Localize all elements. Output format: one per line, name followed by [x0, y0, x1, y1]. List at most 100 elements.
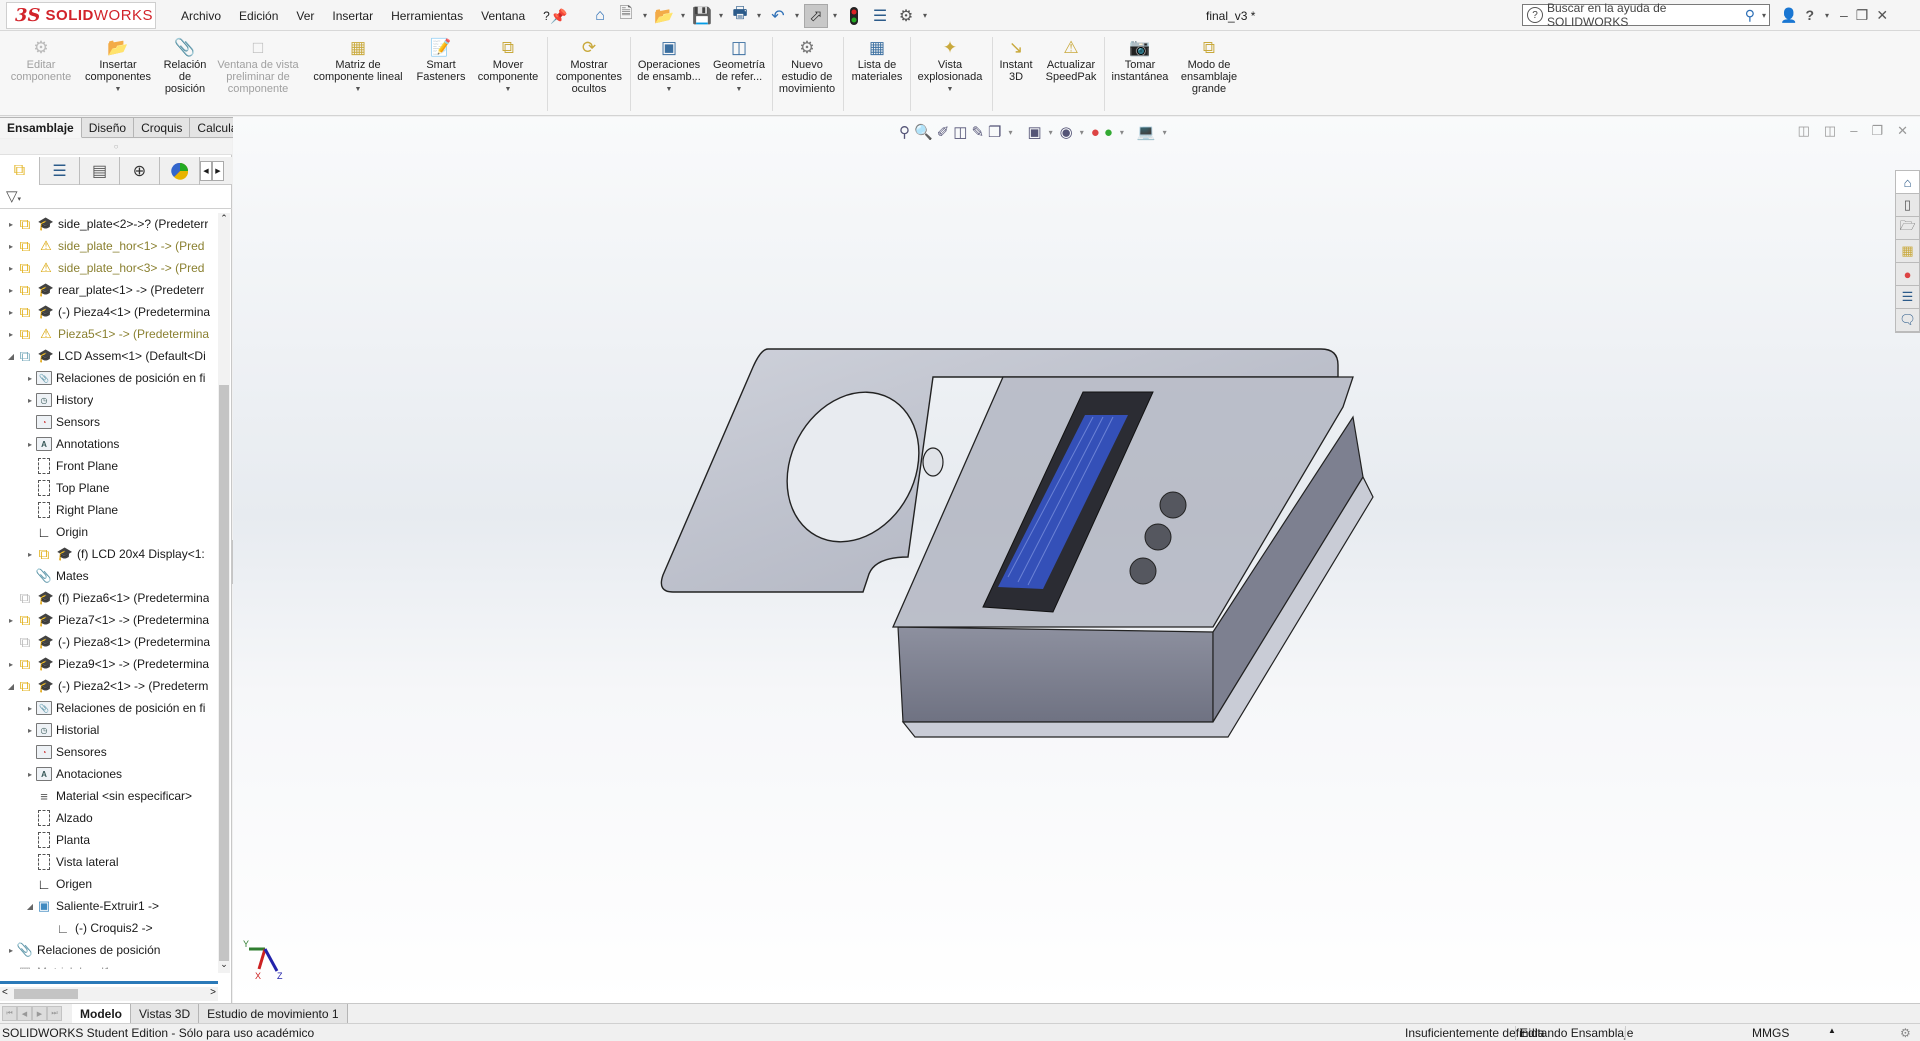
configurationmanager-icon[interactable]: ▤ — [80, 157, 120, 185]
tab-croquis[interactable]: Croquis — [134, 117, 191, 138]
viewport-close-icon[interactable]: ✕ — [1897, 123, 1908, 139]
edit-appearance-icon[interactable]: ● — [1091, 124, 1100, 141]
options-dropdown[interactable]: ▾ — [920, 11, 930, 20]
scrollbar-thumb[interactable] — [14, 989, 78, 999]
section-view-icon[interactable]: ◫ — [953, 123, 967, 141]
rollback-bar[interactable] — [0, 981, 218, 984]
units-dropdown-icon[interactable]: ▲ — [1828, 1026, 1836, 1035]
tab-diseno[interactable]: Diseño — [81, 117, 135, 138]
tree-item[interactable]: ▸ ⧉ ⚠ side_plate_hor<3> -> (Pred — [0, 257, 218, 279]
options-icon[interactable]: ⚙ — [894, 4, 918, 28]
scroll-down-icon[interactable]: ⌄ — [218, 959, 230, 973]
tree-item[interactable]: ▸ ⧉ ⚠ side_plate_hor<1> -> (Pred — [0, 235, 218, 257]
filter-icon[interactable]: ▽▾ — [0, 187, 232, 209]
scroll-right-icon[interactable]: > — [210, 987, 216, 998]
tree-item[interactable]: ▸ 📎 Relaciones de posición en fi — [0, 697, 218, 719]
large-assembly-mode-button[interactable]: ⧉ Modo de ensamblaje grande — [1176, 37, 1242, 95]
move-component-button[interactable]: ⧉ Mover componente ▼ — [472, 37, 544, 96]
edit-component-button[interactable]: ⚙ Editar componente — [4, 37, 78, 83]
new-motion-study-button[interactable]: ⚙ Nuevo estudio de movimiento — [774, 37, 840, 95]
tree-item[interactable]: ▸ ⧉ 🎓 side_plate<2>->? (Predeterr — [0, 213, 218, 235]
tab-estudio-movimiento[interactable]: Estudio de movimiento 1 — [199, 1003, 348, 1024]
appearance-icon[interactable] — [160, 157, 200, 185]
menu-insertar[interactable]: Insertar — [323, 9, 382, 23]
expand-arrow-icon[interactable]: ▸ — [25, 704, 35, 713]
search-dropdown[interactable]: ▾ — [1759, 11, 1769, 20]
tree-item[interactable]: ▸ A Anotaciones — [0, 763, 218, 785]
zoom-to-area-icon[interactable]: 🔍 — [914, 123, 933, 141]
new-document-icon[interactable]: 🗎 — [614, 4, 638, 28]
select-icon[interactable]: ⬀ — [804, 3, 828, 28]
graphics-area[interactable]: ⚲ 🔍 ✐ ◫ ✎ ❐ ▾ ▣ ▾ ◉ ▾ ● ● ▾ 💻 ▾ ◫ ◫ – ❐ ✕ ⌂ ▯… — [233, 117, 1920, 1003]
solidworks-logo[interactable]: 3S SOLIDWORKS — [6, 2, 156, 29]
hide-show-icon[interactable]: ◉ — [1060, 123, 1073, 141]
menu-ver[interactable]: Ver — [287, 9, 323, 23]
insert-components-button[interactable]: 📂 Insertar componentes ▼ — [80, 37, 156, 96]
tree-item[interactable]: Top Plane — [0, 477, 218, 499]
tree-item[interactable]: ◔ Sensores — [0, 741, 218, 763]
expand-arrow-icon[interactable]: ▸ — [6, 286, 16, 295]
zoom-to-fit-icon[interactable]: ⚲ — [899, 123, 910, 141]
tree-item[interactable]: ▸ ⧉ 🎓 rear_plate<1> -> (Predeterr — [0, 279, 218, 301]
view-orientation-icon[interactable]: ❐ — [988, 123, 1001, 141]
featuremanager-icon[interactable]: ⧉ — [0, 157, 40, 185]
bill-of-materials-button[interactable]: ▦ Lista de materiales — [846, 37, 908, 83]
scrollbar-thumb[interactable] — [219, 385, 229, 961]
linear-pattern-button[interactable]: ▦ Matriz de componente lineal ▼ — [306, 37, 410, 96]
undo-icon[interactable]: ↶ — [766, 4, 790, 28]
expand-arrow-icon[interactable]: ▸ — [25, 770, 35, 779]
solidworks-resources-icon[interactable]: ⌂ — [1896, 171, 1919, 194]
assembly-features-dropdown[interactable]: ▼ — [632, 84, 706, 96]
view-settings-dropdown[interactable]: ▾ — [1160, 128, 1170, 137]
custom-properties-icon[interactable]: ☰ — [1896, 286, 1919, 309]
tree-item[interactable]: Planta — [0, 829, 218, 851]
propertymanager-icon[interactable]: ☰ — [40, 157, 80, 185]
rebuild-icon[interactable] — [842, 4, 866, 28]
exploded-view-button[interactable]: ✦ Vista explosionada ▼ — [912, 37, 988, 96]
tree-item[interactable]: ∟ Origen — [0, 873, 218, 895]
help-search-input[interactable]: ? Buscar en la ayuda de SOLIDWORKS ⚲ ▾ — [1522, 1, 1770, 29]
apply-scene-dropdown[interactable]: ▾ — [1117, 128, 1127, 137]
save-dropdown[interactable]: ▾ — [716, 11, 726, 20]
tree-item[interactable]: ◢ ▣ Saliente-Extruir1 -> — [0, 895, 218, 917]
dynamic-annotation-icon[interactable]: ✎ — [971, 123, 984, 141]
smart-fasteners-button[interactable]: 📝 Smart Fasteners — [412, 37, 470, 83]
insert-components-dropdown[interactable]: ▼ — [80, 84, 156, 96]
tree-item[interactable]: ▸ A Annotations — [0, 433, 218, 455]
viewport-restore-icon[interactable]: ❐ — [1871, 123, 1883, 139]
exploded-view-dropdown[interactable]: ▼ — [912, 84, 988, 96]
menu-ventana[interactable]: Ventana — [472, 9, 534, 23]
tree-item[interactable]: ▸ ◷ History — [0, 389, 218, 411]
tree-item[interactable]: ▸ 📎 Relaciones de posición en fi — [0, 367, 218, 389]
view-settings-icon[interactable]: 💻 — [1137, 123, 1156, 141]
assembly-model[interactable] — [653, 337, 1553, 777]
select-dropdown[interactable]: ▾ — [830, 11, 840, 20]
appearances-icon[interactable]: ● — [1896, 263, 1919, 286]
tree-item[interactable]: ≡ Material <sin especificar> — [0, 785, 218, 807]
search-icon[interactable]: ⚲ — [1745, 7, 1755, 24]
prev-tab-icon[interactable]: ◀ — [17, 1006, 32, 1021]
collapse-arrow-icon[interactable]: ◢ — [6, 352, 16, 361]
expand-arrow-icon[interactable]: ▸ — [25, 550, 35, 559]
first-tab-icon[interactable]: ⏮ — [2, 1006, 17, 1021]
expand-arrow-icon[interactable]: ▸ — [25, 440, 35, 449]
mate-button[interactable]: 📎 Relación de posición — [158, 37, 212, 95]
expand-arrow-icon[interactable]: ▸ — [6, 308, 16, 317]
tree-item[interactable]: ▸ 📎 Relaciones de posición — [0, 939, 218, 961]
user-icon[interactable]: 👤 — [1780, 7, 1797, 24]
tree-item[interactable]: ▸ ⧉ 🎓 Pieza9<1> -> (Predetermina — [0, 653, 218, 675]
tile-right-icon[interactable]: ◫ — [1824, 123, 1836, 139]
move-component-dropdown[interactable]: ▼ — [472, 84, 544, 96]
expand-arrow-icon[interactable]: ▸ — [25, 396, 35, 405]
tree-vertical-scrollbar[interactable]: ⌃ ⌄ — [218, 213, 230, 973]
viewport-minimize-icon[interactable]: – — [1850, 123, 1857, 139]
dimxpert-icon[interactable]: ⊕ — [120, 157, 160, 185]
tree-horizontal-scrollbar[interactable]: < > — [0, 987, 218, 1001]
update-speedpak-button[interactable]: ⚠ Actualizar SpeedPak — [1040, 37, 1102, 83]
customize-status-icon[interactable]: ⚙ — [1900, 1026, 1911, 1040]
expand-arrow-icon[interactable]: ▸ — [6, 616, 16, 625]
open-icon[interactable]: 📂 — [652, 4, 676, 28]
restore-icon[interactable]: ❐ — [1856, 7, 1869, 24]
close-icon[interactable]: ✕ — [1876, 7, 1888, 24]
new-dropdown[interactable]: ▾ — [640, 11, 650, 20]
